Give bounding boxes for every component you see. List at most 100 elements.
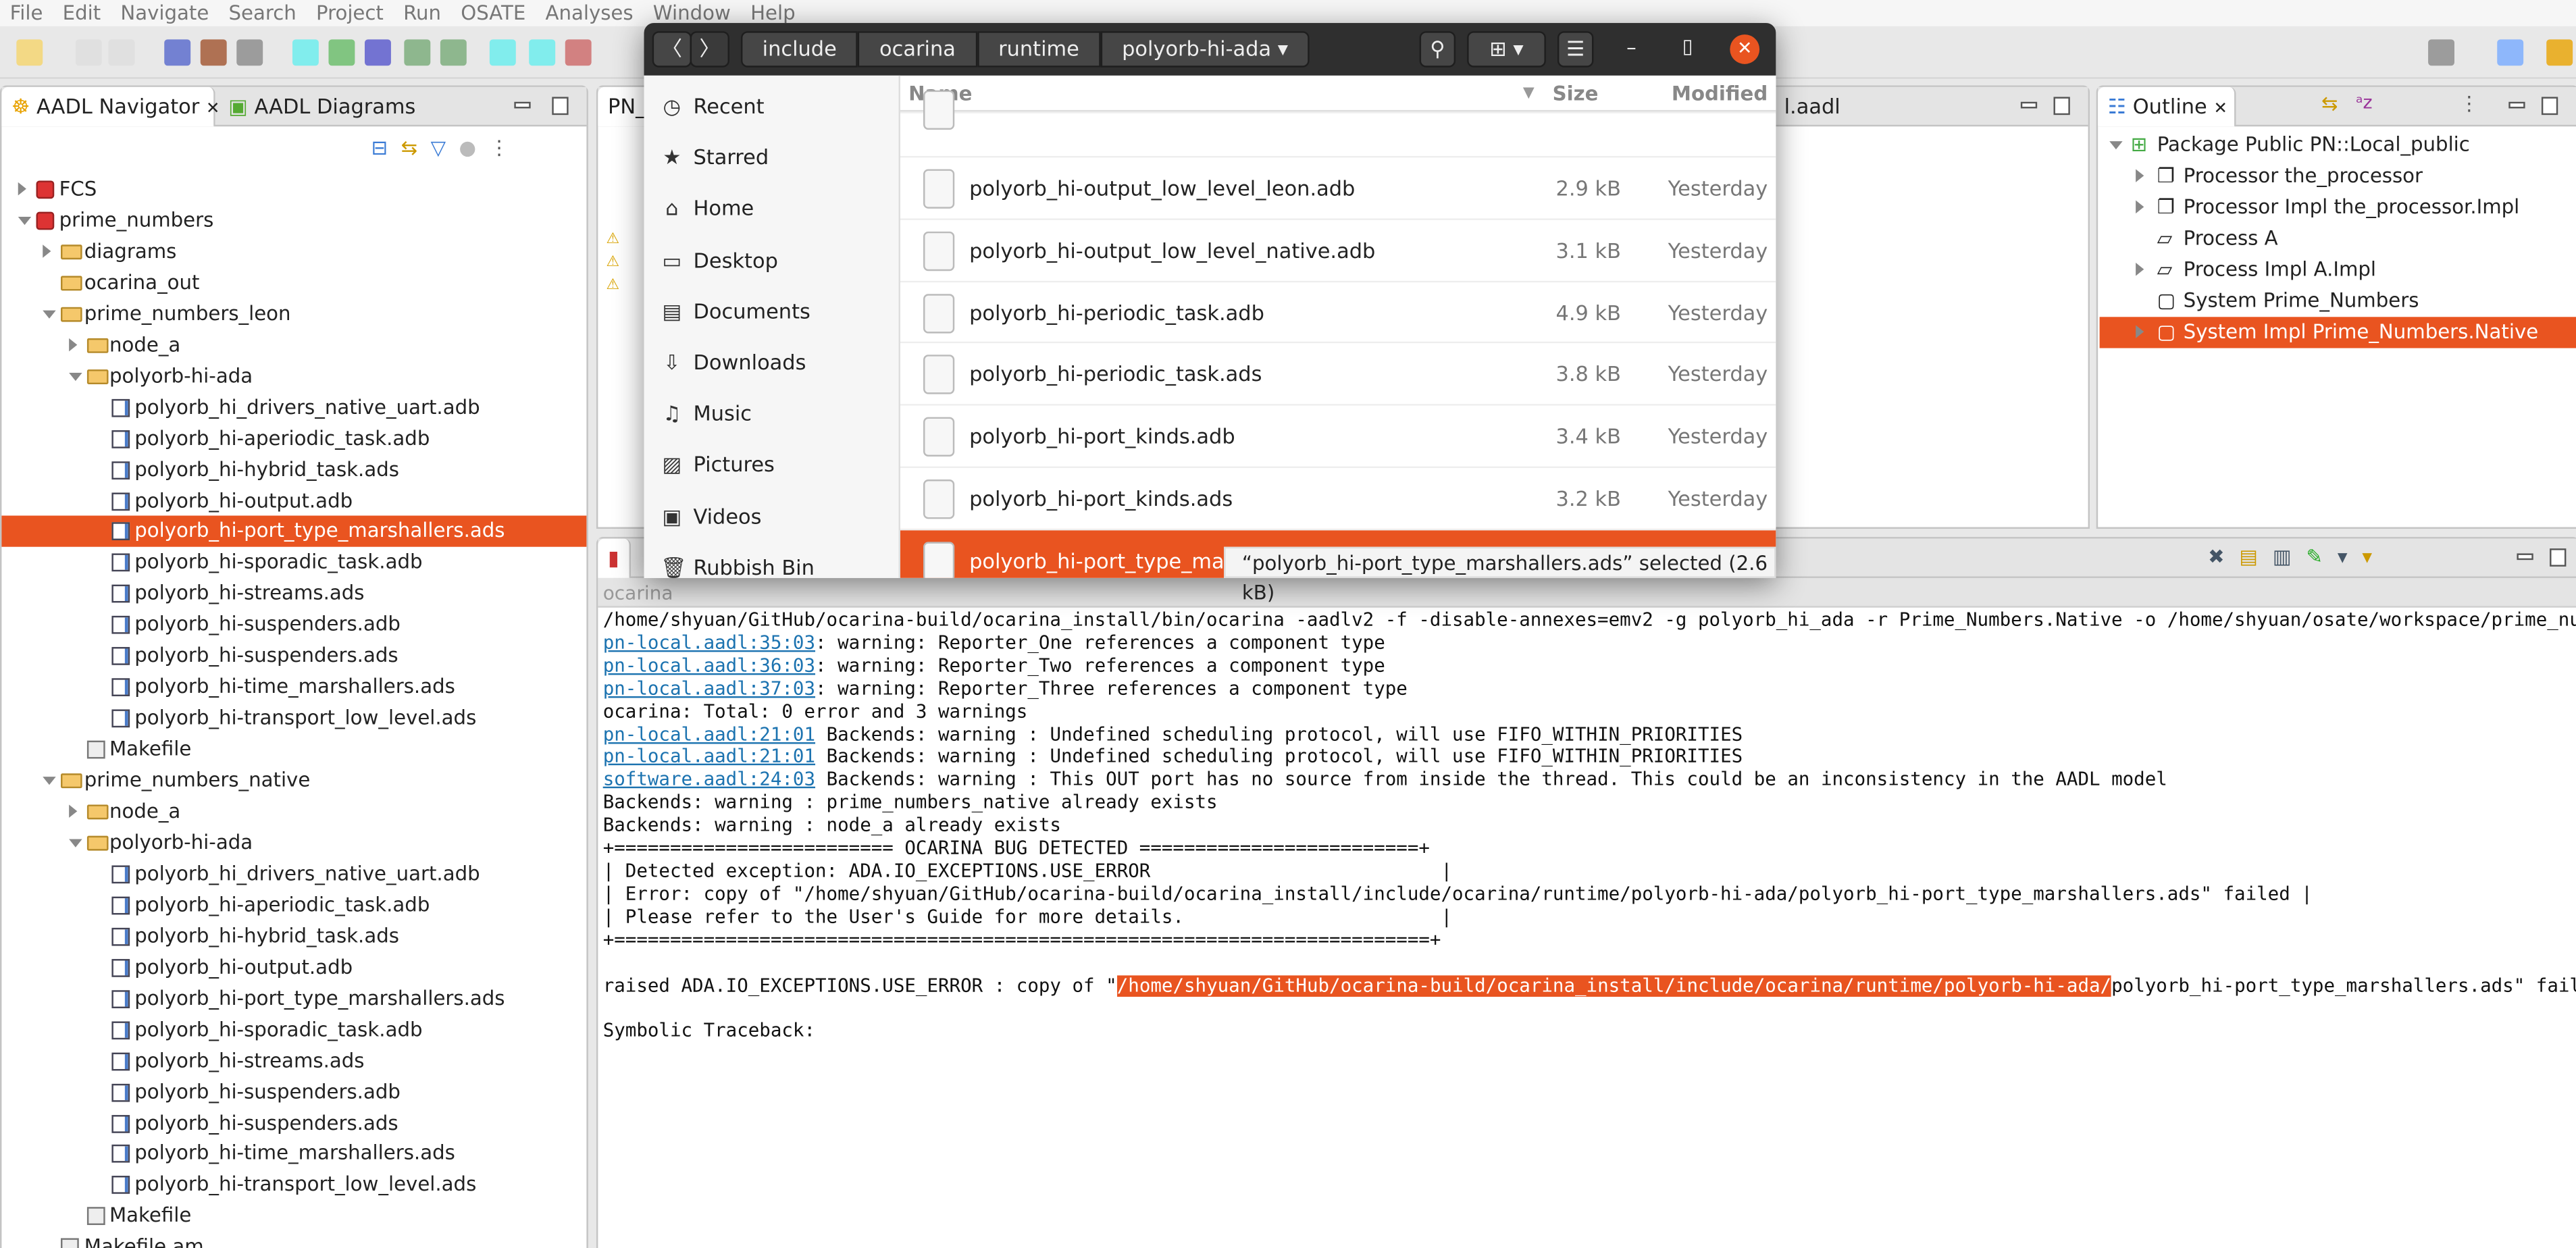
maximize-button[interactable]	[2541, 97, 2558, 115]
report2-icon[interactable]	[440, 39, 467, 66]
scroll-lock-icon[interactable]: ▤	[2240, 545, 2273, 568]
console-link[interactable]: pn-local.aadl:21:01	[603, 723, 815, 745]
sidebar-item-videos[interactable]: ▣ Videos	[661, 500, 761, 534]
maximize-button[interactable]	[552, 97, 569, 115]
menu-project[interactable]: Project	[306, 0, 393, 26]
tree-item[interactable]: polyorb_hi-streams.ads	[1, 579, 586, 610]
link-editor-icon[interactable]: ⇆	[401, 136, 431, 159]
sidebar-item-recent[interactable]: ◷ Recent	[661, 90, 765, 124]
sort-az-icon[interactable]: ᵃz	[2356, 92, 2373, 113]
menu-analyses[interactable]: Analyses	[536, 0, 643, 26]
console-link[interactable]: pn-local.aadl:35:03	[603, 632, 815, 654]
sidebar-item-rubbish-bin[interactable]: 🗑 Rubbish Bin	[661, 552, 815, 578]
maximize-window-button[interactable]: ▯	[1682, 34, 1693, 57]
tree-item[interactable]: polyorb_hi-output.adb	[1, 486, 586, 517]
tab-outline[interactable]: ☷ Outline ✕	[2098, 86, 2236, 127]
console-link[interactable]: pn-local.aadl:36:03	[603, 655, 815, 677]
run-icon[interactable]	[364, 39, 391, 66]
tree-item[interactable]: polyorb_hi-suspenders.ads	[1, 641, 586, 672]
tab-aadl-diagrams[interactable]: ▣ AADL Diagrams	[219, 87, 426, 126]
outline-item[interactable]: ▢ System Prime_Numbers	[2100, 286, 2576, 317]
console-link[interactable]: pn-local.aadl:37:03	[603, 678, 815, 700]
outline-item[interactable]: ▱ Process Impl A.Impl	[2100, 255, 2576, 286]
warning-icon[interactable]: ⚠	[607, 274, 620, 297]
collapsed-arrow-icon[interactable]	[2136, 263, 2144, 276]
menu-search[interactable]: Search	[219, 0, 306, 26]
console-link[interactable]: pn-local.aadl:21:01	[603, 746, 815, 768]
tree-item[interactable]: polyorb_hi-suspenders.adb	[1, 1076, 586, 1108]
file-row[interactable]: polyorb_hi-output_low_level_leon.adb 2.9 …	[900, 156, 1776, 217]
tree-item[interactable]: polyorb-hi-ada	[1, 827, 586, 858]
console-output[interactable]: /home/shyuan/GitHub/ocarina-build/ocarin…	[603, 609, 2576, 1043]
tab-editor-aadl[interactable]: l.aadl	[1774, 87, 1850, 126]
tree-item[interactable]: polyorb_hi-port_type_marshallers.ads	[1, 983, 586, 1014]
path-button[interactable]: runtime	[977, 31, 1101, 68]
menu-edit[interactable]: Edit	[53, 0, 111, 26]
size-column-header[interactable]: Size	[1553, 76, 1599, 111]
tree-item[interactable]: polyorb_hi_drivers_native_uart.adb	[1, 392, 586, 423]
instantiate-icon[interactable]	[292, 39, 319, 66]
path-button[interactable]: include	[741, 31, 858, 68]
sidebar-item-music[interactable]: ♫ Music	[661, 398, 752, 431]
path-button[interactable]: polyorb-hi-ada ▾	[1100, 31, 1310, 68]
minimize-window-button[interactable]: –	[1626, 36, 1637, 59]
menu-file[interactable]: File	[0, 0, 53, 26]
tree-item[interactable]: prime_numbers_native	[1, 765, 586, 796]
outline-item[interactable]: ❐ Processor Impl the_processor.Impl	[2100, 192, 2576, 223]
collapsed-arrow-icon[interactable]	[68, 338, 77, 351]
menu-navigate[interactable]: Navigate	[111, 0, 219, 26]
word-wrap-icon[interactable]: ▥	[2273, 545, 2306, 568]
tree-item[interactable]: node_a	[1, 796, 586, 827]
sidebar-item-home[interactable]: ⌂ Home	[661, 192, 754, 226]
back-button[interactable]: 〈	[652, 31, 692, 68]
collapse-all-icon[interactable]: ⊟	[371, 136, 401, 159]
save-icon[interactable]	[75, 39, 102, 66]
tree-item[interactable]: diagrams	[1, 236, 586, 267]
open-console-icon[interactable]: ▾	[2362, 545, 2387, 568]
tree-item[interactable]: polyorb_hi-streams.ads	[1, 1045, 586, 1076]
tree-item[interactable]: Makefile	[1, 734, 586, 765]
tree-item[interactable]: node_a	[1, 330, 586, 361]
collapsed-arrow-icon[interactable]	[18, 182, 26, 196]
close-icon[interactable]: ✕	[2213, 100, 2227, 118]
tree-item[interactable]: prime_numbers	[1, 205, 586, 236]
outline-item[interactable]: ❐ Processor the_processor	[2100, 161, 2576, 192]
menu-osate[interactable]: OSATE	[451, 0, 536, 26]
tree-item[interactable]: ocarina_out	[1, 267, 586, 298]
hourglass-icon[interactable]	[529, 39, 556, 66]
dropdown-arrow-icon[interactable]: ▾	[1271, 36, 1288, 60]
collapsed-arrow-icon[interactable]	[43, 244, 52, 258]
tree-item[interactable]: Makefile	[1, 1201, 586, 1232]
tree-item[interactable]: polyorb_hi-output.adb	[1, 952, 586, 983]
expanded-arrow-icon[interactable]	[2109, 141, 2123, 150]
tree-item[interactable]: polyorb_hi-aperiodic_task.adb	[1, 890, 586, 921]
tree-item[interactable]: polyorb_hi-time_marshallers.ads	[1, 672, 586, 703]
new-component-icon[interactable]	[200, 39, 227, 66]
tree-item[interactable]: polyorb_hi-hybrid_task.ads	[1, 454, 586, 485]
sidebar-item-desktop[interactable]: ▭ Desktop	[661, 244, 777, 277]
analysis-icon[interactable]	[328, 39, 355, 66]
perspective-icon[interactable]	[2497, 39, 2524, 66]
modified-column-header[interactable]: Modified	[1672, 76, 1768, 111]
tree-item[interactable]: polyorb_hi_drivers_native_uart.adb	[1, 858, 586, 889]
collapsed-arrow-icon[interactable]	[2136, 200, 2144, 214]
view-toggle-button[interactable]: ⊞ ▾	[1467, 31, 1546, 68]
warning-icon[interactable]: ⚠	[607, 251, 620, 274]
expanded-arrow-icon[interactable]	[68, 839, 82, 848]
expanded-arrow-icon[interactable]	[18, 216, 32, 225]
console-link[interactable]: software.aadl:24:03	[603, 769, 815, 791]
help-icon[interactable]	[565, 39, 592, 66]
expanded-arrow-icon[interactable]	[43, 310, 57, 319]
file-row[interactable]: polyorb_hi-output_low_level_native.adb 3.…	[900, 217, 1776, 279]
forward-button[interactable]: 〉	[690, 31, 729, 68]
search-icon[interactable]	[2428, 39, 2455, 66]
tree-item[interactable]: polyorb_hi-aperiodic_task.adb	[1, 423, 586, 454]
expanded-arrow-icon[interactable]	[43, 777, 57, 785]
close-icon[interactable]: ✕	[206, 100, 220, 118]
file-row[interactable]: polyorb_hi-periodic_task.ads 3.8 kB Yester…	[900, 342, 1776, 403]
file-row-partial[interactable]	[900, 90, 1776, 141]
collapsed-arrow-icon[interactable]	[68, 804, 77, 818]
collapsed-arrow-icon[interactable]	[2136, 325, 2144, 338]
report-icon[interactable]	[404, 39, 431, 66]
file-row[interactable]: polyorb_hi-port_kinds.adb 3.4 kB Yesterday	[900, 404, 1776, 465]
